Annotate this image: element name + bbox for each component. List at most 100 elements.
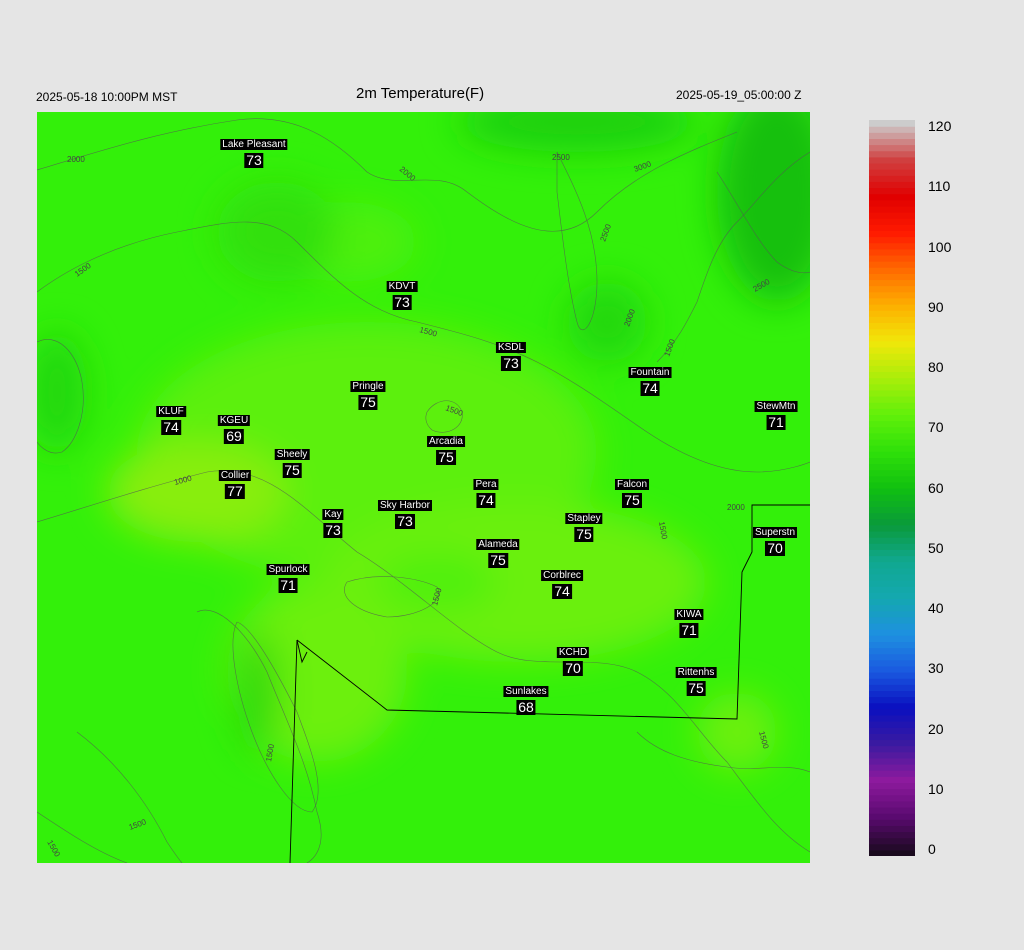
colorbar-segment	[869, 494, 915, 501]
colorbar-segment	[869, 156, 915, 164]
colorbar-segment	[869, 432, 915, 440]
colorbar-segment	[869, 242, 915, 250]
colorbar-segment	[869, 647, 915, 655]
colorbar-segment	[869, 402, 915, 409]
colorbar-segment	[869, 224, 915, 231]
colorbar-segment	[869, 414, 915, 422]
colorbar-segment	[869, 678, 915, 685]
colorbar-segment	[869, 175, 915, 182]
colorbar-tick-label: 70	[928, 419, 944, 436]
colorbar-segment	[869, 659, 915, 667]
colorbar-segment	[869, 316, 915, 323]
utc-timestamp: 2025-05-19_05:00:00 Z	[676, 88, 802, 102]
colorbar-segment	[869, 371, 915, 379]
colorbar-segment	[869, 132, 915, 139]
colorbar-segment	[869, 702, 915, 710]
colorbar-segment	[869, 561, 915, 569]
colorbar-segment	[869, 641, 915, 649]
colorbar-segment	[869, 745, 915, 753]
colorbar-segment	[869, 806, 915, 814]
colorbar-segment	[869, 457, 915, 465]
colorbar-segment	[869, 408, 915, 415]
colorbar-tick-label: 90	[928, 298, 944, 315]
colorbar-tick-label: 0	[928, 841, 936, 857]
colorbar-segment	[869, 291, 915, 299]
colorbar-segment	[869, 199, 915, 207]
map-title: 2m Temperature(F)	[356, 85, 485, 102]
colorbar-segment	[869, 592, 915, 599]
colorbar-segment	[869, 530, 915, 538]
colorbar-segment	[869, 721, 915, 728]
colorbar-segment	[869, 481, 915, 489]
colorbar-segment	[869, 518, 915, 526]
colorbar-segment	[869, 340, 915, 348]
colorbar-segment	[869, 622, 915, 630]
colorbar-tick-label: 20	[928, 720, 944, 737]
colorbar-segment	[869, 524, 915, 532]
colorbar-segment	[869, 279, 915, 287]
colorbar-segment	[869, 800, 915, 808]
colorbar-segment	[869, 304, 915, 311]
contour-label: 2000	[727, 503, 745, 512]
colorbar-segment	[869, 512, 915, 520]
colorbar-segment	[869, 396, 915, 403]
colorbar-tick-label: 100	[928, 238, 952, 255]
colorbar-segment	[869, 567, 915, 575]
colorbar-segment	[869, 616, 915, 624]
colorbar-segment	[869, 690, 915, 698]
colorbar-segment	[869, 181, 915, 189]
colorbar-segment	[869, 788, 915, 796]
colorbar-segment	[869, 254, 915, 262]
colorbar-segment	[869, 218, 915, 225]
colorbar-segment	[869, 426, 915, 434]
colorbar-segment	[869, 469, 915, 477]
temperature-map: 2000 2000 2500 3000 2500 1500 1500 2500 …	[37, 112, 810, 863]
colorbar-segment	[869, 365, 915, 373]
colorbar-segment	[869, 794, 915, 802]
colorbar-segment	[869, 150, 915, 158]
colorbar-segment	[869, 672, 915, 679]
colorbar-segment	[869, 831, 915, 839]
colorbar-segment	[869, 285, 915, 293]
colorbar-segment	[869, 653, 915, 661]
colorbar-segment	[869, 359, 915, 366]
colorbar-segment	[869, 187, 915, 195]
colorbar-segment	[869, 488, 915, 495]
colorbar-segment	[869, 273, 915, 281]
colorbar-segment	[869, 383, 915, 391]
colorbar-segment	[869, 665, 915, 673]
colorbar-segment	[869, 604, 915, 612]
colorbar-segment	[869, 580, 915, 587]
colorbar-segment	[869, 451, 915, 458]
colorbar-segment	[869, 506, 915, 514]
colorbar-segment	[869, 757, 915, 765]
colorbar-tick-label: 120	[928, 118, 952, 134]
colorbar-segment	[869, 598, 915, 606]
colorbar-segment	[869, 261, 915, 268]
colorbar-segment	[869, 770, 915, 777]
colorbar-segment	[869, 169, 915, 176]
colorbar-segment	[869, 586, 915, 593]
colorbar-tick-label: 30	[928, 660, 944, 677]
colorbar-segment	[869, 739, 915, 747]
colorbar-segment	[869, 334, 915, 342]
colorbar-segment	[869, 537, 915, 544]
colorbar-segment	[869, 813, 915, 820]
colorbar-segment	[869, 377, 915, 385]
colorbar-segment	[869, 684, 915, 691]
colorbar-tick-label: 80	[928, 359, 944, 375]
contour-label: 2000	[67, 155, 85, 164]
colorbar-segment	[869, 776, 915, 783]
colorbar-segment	[869, 138, 915, 146]
colorbar-segment	[869, 248, 915, 256]
colorbar-segment	[869, 193, 915, 201]
colorbar-segment	[869, 629, 915, 636]
colorbar-segment	[869, 420, 915, 428]
colorbar-segment	[869, 212, 915, 219]
colorbar-segment	[869, 297, 915, 305]
colorbar-segment	[869, 328, 915, 336]
colorbar-segment	[869, 353, 915, 360]
colorbar-tick-label: 40	[928, 600, 944, 616]
colorbar-segment	[869, 751, 915, 759]
colorbar-segment	[869, 120, 915, 127]
